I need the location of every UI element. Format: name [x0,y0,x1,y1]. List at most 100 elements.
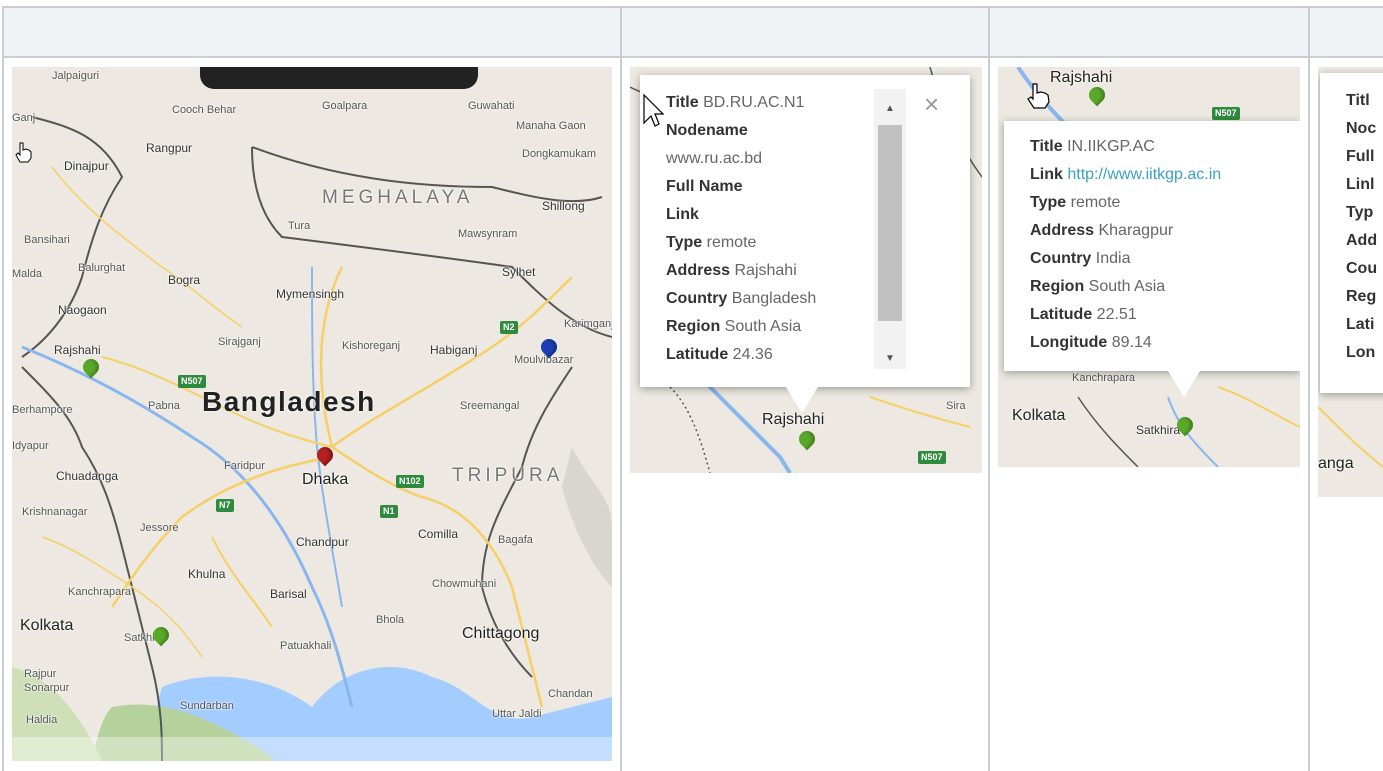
info-row-type: Typ [1346,204,1374,221]
info-window: Title BD.RU.AC.N1 Nodename www.ru.ac.bd … [640,75,970,387]
place-label: Rajpur Sonarpur [24,668,70,694]
place-label: Kolkata [1012,407,1066,424]
place-label: Sundarban [180,700,234,712]
scrollbar-thumb[interactable] [878,125,902,321]
map-marker-rajshahi[interactable] [798,431,816,457]
road-shield: N102 [396,475,424,488]
road-shield: N7 [216,499,234,512]
place-label: Sirajganj [218,336,261,348]
road-shield: N507 [178,375,206,388]
info-window-scrollbar[interactable]: ▲ ▼ [874,89,906,369]
info-window-content: Title BD.RU.AC.N1 Nodename www.ru.ac.bd … [666,89,876,369]
road-shield: N507 [1212,107,1240,120]
map-overlay-bar [200,67,478,89]
table-header-cell-4 [1310,6,1383,58]
info-window-content: Titl Noc Full Linl Typ Add Cou Reg Lati … [1346,87,1377,367]
map-marker-rajshahi[interactable] [1088,87,1106,113]
place-label: Pabna [148,400,180,412]
place-label: Rajshahi [1050,69,1113,86]
table-divider [1308,6,1310,771]
info-row-title: Title BD.RU.AC.N1 [666,94,805,111]
info-row-longitude: Longitude 89.14 [1030,334,1152,351]
place-label: Kanchrapara [1072,372,1135,384]
place-label: Sreemangal [460,400,520,412]
map-marker-satkhira[interactable] [152,627,170,653]
place-label: Kanchrapara [68,586,131,598]
scroll-up-icon[interactable]: ▲ [874,95,906,123]
place-label: Goalpara [322,100,368,112]
info-link[interactable]: http://www.iitkgp.ac.in [1067,166,1221,183]
place-label: Chittagong [462,625,540,642]
map-rajshahi-popup[interactable]: Rajshahi Sira N507 Title BD.RU.AC.N1 Nod… [630,67,982,473]
place-label: Ganj [12,112,36,124]
place-label: Sylhet [502,265,536,279]
table-divider [2,6,4,771]
arrow-cursor-icon [643,93,664,127]
place-label: Chuadanga [56,469,119,483]
place-label: Mawsynram [458,228,518,240]
info-row-country: Cou [1346,260,1378,277]
place-label: Malda [12,268,42,280]
place-label: Uttar Jaldi [492,708,542,720]
place-label: Faridpur [224,460,265,472]
scroll-down-icon[interactable]: ▼ [874,345,906,373]
hand-cursor-icon [1027,83,1050,109]
info-row-latitude: Latitude 22.51 [1030,306,1137,323]
place-label: Karimganj [564,318,612,330]
place-label: Barisal [270,587,307,601]
info-row-address: Address Rajshahi [666,262,797,279]
place-label: Bhola [376,614,405,626]
place-label: Guwahati [468,100,515,112]
info-window-content: Title IN.IIKGP.AC Link http://www.iitkgp… [1030,133,1221,357]
place-label: Comilla [418,527,459,541]
info-row-nodename-value: www.ru.ac.bd [666,150,763,167]
info-row-latitude: Latitude 24.36 [666,346,773,363]
place-label: Dinajpur [64,159,109,173]
place-label: Jalpaiguri [52,70,100,82]
place-label: Shillong [542,199,585,213]
place-label: Jessore [140,522,179,534]
country-label: Bangladesh [202,386,376,417]
place-label: Idyapur [12,440,49,452]
place-label: Dongkamukam [522,148,596,160]
table-divider [988,6,990,771]
place-label: Berhampore [12,404,73,416]
place-label: Dhaka [302,471,349,488]
comparison-table: Bangladesh MEGHALAYA TRIPURA Jalpaiguri … [0,0,1383,771]
place-label: Sira [946,400,966,412]
info-row-link: Link http://www.iitkgp.ac.in [1030,166,1222,183]
place-label: Balurghat [78,262,126,274]
map-marker-rajshahi[interactable] [82,359,100,385]
info-row-address: Address Kharagpur [1030,222,1174,239]
info-row-full-name: Full Name [666,178,743,195]
region-label: MEGHALAYA [322,187,474,208]
info-window: Title IN.IIKGP.AC Link http://www.iitkgp… [1004,121,1300,371]
info-window-pointer [786,387,818,413]
road-shield: N1 [380,505,398,518]
info-window: Titl Noc Full Linl Typ Add Cou Reg Lati … [1320,73,1383,393]
info-window-pointer [1168,371,1200,397]
place-label: Cooch Behar [172,104,237,116]
info-row-link: Linl [1346,176,1375,193]
map-marker-dhaka[interactable] [316,447,334,473]
place-label: Chandpur [296,535,349,549]
info-row-country: Country Bangladesh [666,290,817,307]
info-row-full-name: Full [1346,148,1375,165]
place-label: Tura [288,220,311,232]
info-row-longitude: Lon [1346,344,1376,361]
place-label: Khulna [188,567,226,581]
info-row-region: Reg [1346,288,1377,305]
close-icon[interactable]: × [924,91,939,117]
map-satkhira-popup[interactable]: Rajshahi Kolkata Satkhira Kanchrapara N5… [998,67,1300,467]
map-bangladesh-overview[interactable]: Bangladesh MEGHALAYA TRIPURA Jalpaiguri … [12,67,612,761]
road-shield: N2 [500,321,518,334]
map-cropped-popup[interactable]: Titl Noc Full Linl Typ Add Cou Reg Lati … [1318,67,1383,497]
info-row-country: Country India [1030,250,1131,267]
place-label: Chowmuhani [432,578,497,590]
place-label: Kolkata [20,617,74,634]
info-row-region: Region South Asia [666,318,802,335]
map-marker-sylhet[interactable] [540,339,558,365]
map-marker-satkhira[interactable] [1176,417,1194,443]
place-label: anga [1318,455,1354,472]
info-row-address: Add [1346,232,1378,249]
